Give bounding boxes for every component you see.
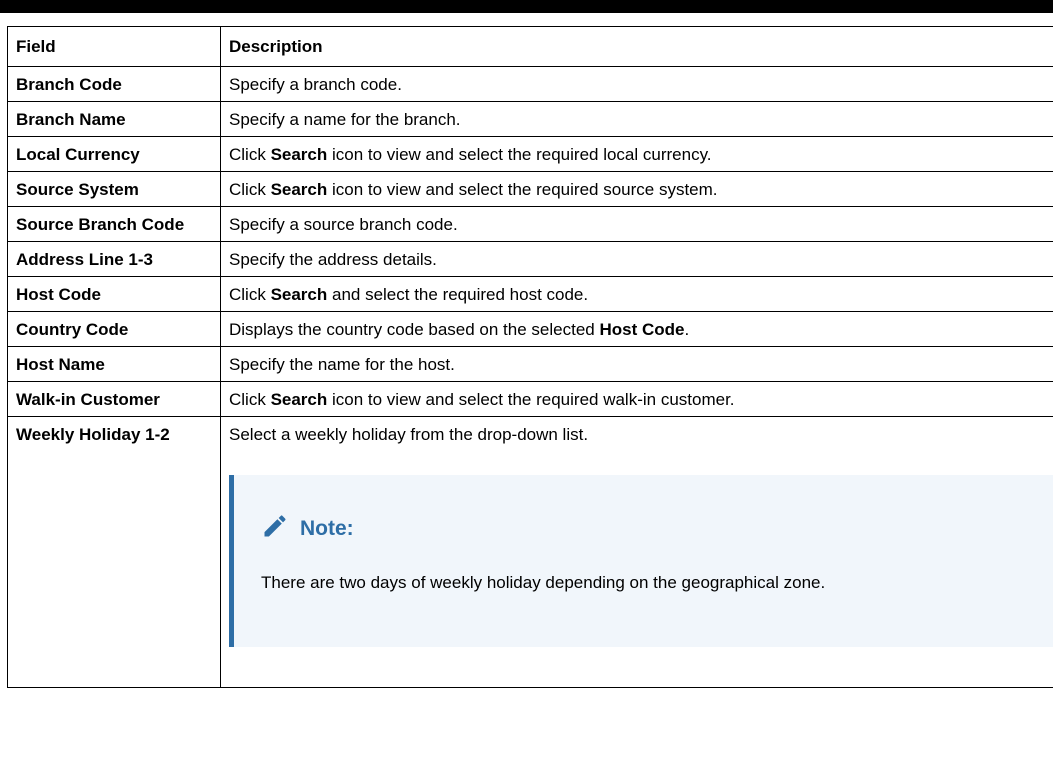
field-name: Host Code <box>7 276 221 312</box>
field-description: Click Search icon to view and select the… <box>220 171 1053 207</box>
field-description: Click Search and select the required hos… <box>220 276 1053 312</box>
header-field: Field <box>7 26 221 67</box>
table-row: Weekly Holiday 1-2 Select a weekly holida… <box>7 416 1053 688</box>
table-row: Branch Name Specify a name for the branch… <box>7 101 1053 137</box>
field-description: Select a weekly holiday from the drop-do… <box>220 416 1053 688</box>
table-row: Country Code Displays the country code ba… <box>7 311 1053 347</box>
pencil-icon <box>261 512 300 544</box>
note-title: Note: <box>300 516 354 540</box>
top-rule <box>0 0 1053 13</box>
emphasis-term: Search <box>270 145 328 164</box>
field-description: Specify a name for the branch. <box>220 101 1053 137</box>
field-description: Displays the country code based on the s… <box>220 311 1053 347</box>
note-box: Note: There are two days of weekly holida… <box>229 475 1053 647</box>
field-description: Click Search icon to view and select the… <box>220 136 1053 172</box>
field-description: Specify the address details. <box>220 241 1053 277</box>
field-name: Branch Name <box>7 101 221 137</box>
field-name: Source System <box>7 171 221 207</box>
field-name: Host Name <box>7 346 221 382</box>
field-description: Specify a source branch code. <box>220 206 1053 242</box>
header-description: Description <box>220 26 1053 67</box>
field-description: Click Search icon to view and select the… <box>220 381 1053 417</box>
table-row: Source Branch Code Specify a source branc… <box>7 206 1053 242</box>
table-row: Address Line 1-3 Specify the address deta… <box>7 241 1053 277</box>
note-text: There are two days of weekly holiday dep… <box>261 573 826 592</box>
emphasis-term: Search <box>270 390 328 409</box>
table-row: Walk-in Customer Click Search icon to vie… <box>7 381 1053 417</box>
field-name: Source Branch Code <box>7 206 221 242</box>
field-name: Local Currency <box>7 136 221 172</box>
field-name: Country Code <box>7 311 221 347</box>
cell-spacer <box>229 658 1053 680</box>
field-description: Specify the name for the host. <box>220 346 1053 382</box>
emphasis-term: Search <box>270 285 328 304</box>
field-description-table: Field Description Branch Code Specify a b… <box>7 26 1053 688</box>
table-row: Host Code Click Search and select the req… <box>7 276 1053 312</box>
table-row: Source System Click Search icon to view a… <box>7 171 1053 207</box>
emphasis-term: Host Code <box>599 320 685 339</box>
table-header-row: Field Description <box>7 26 1053 67</box>
table-row: Local Currency Click Search icon to view … <box>7 136 1053 172</box>
field-name: Branch Code <box>7 66 221 102</box>
table-row: Branch Code Specify a branch code. <box>7 66 1053 102</box>
field-name: Weekly Holiday 1-2 <box>7 416 221 688</box>
emphasis-term: Search <box>270 180 328 199</box>
field-description: Specify a branch code. <box>220 66 1053 102</box>
field-name: Address Line 1-3 <box>7 241 221 277</box>
field-name: Walk-in Customer <box>7 381 221 417</box>
note-header: Note: <box>261 512 354 544</box>
table-row: Host Name Specify the name for the host. <box>7 346 1053 382</box>
